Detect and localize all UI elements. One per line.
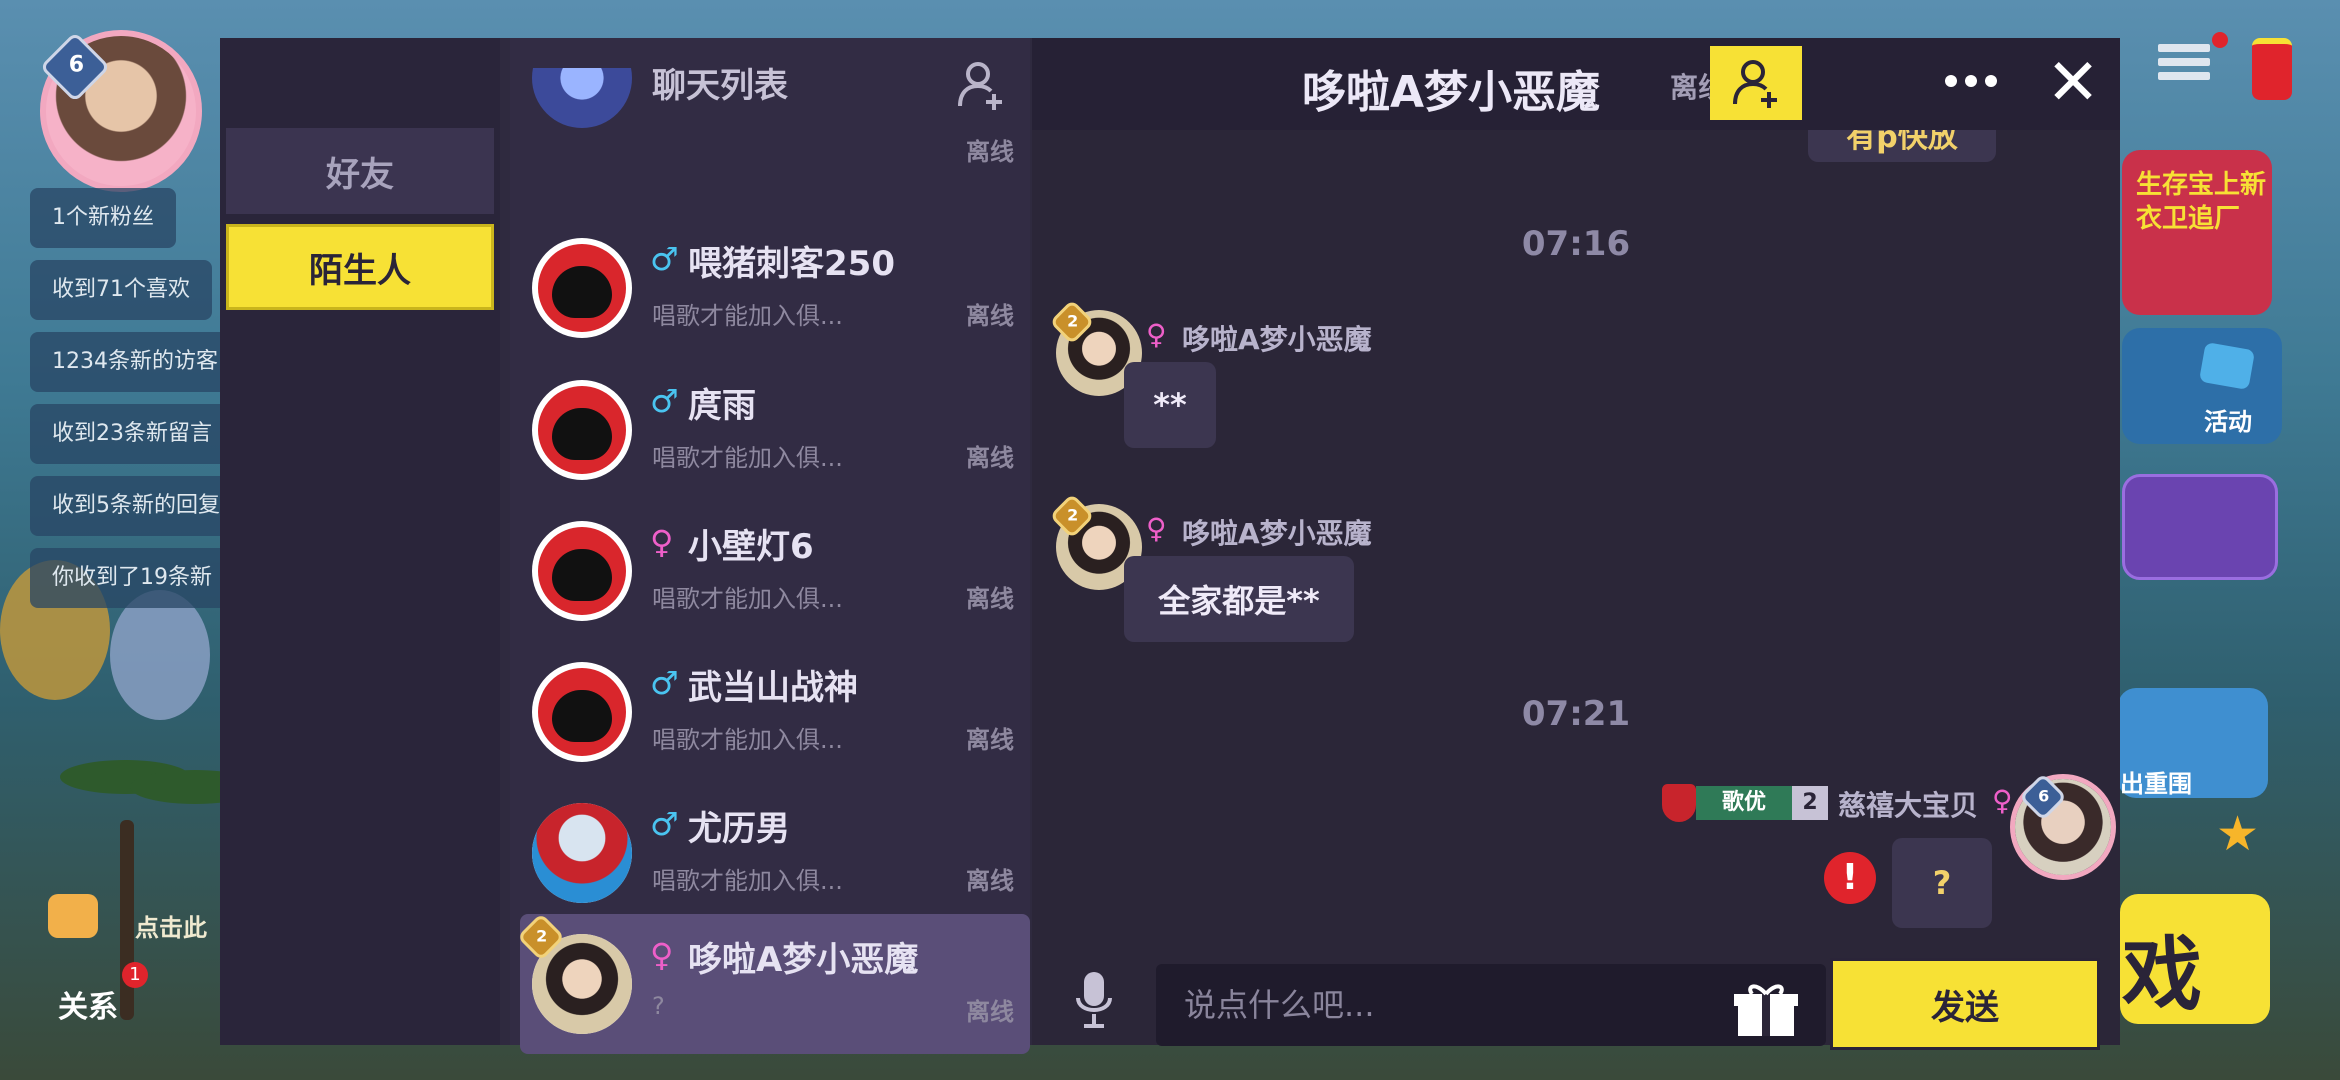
contact-status: 离线 [966, 867, 1014, 895]
close-icon[interactable]: ✕ [2038, 46, 2108, 120]
add-friend-button[interactable] [1710, 46, 1802, 120]
tab-friends[interactable]: 好友 [226, 128, 494, 214]
activity-button[interactable]: 活动 [2122, 328, 2282, 444]
gift-icon[interactable] [1732, 982, 1800, 1038]
message-input[interactable] [1156, 964, 1826, 1046]
contact-status: 离线 [966, 998, 1014, 1026]
title-badge: 歌优 [1696, 786, 1792, 820]
chat-bubble-icon[interactable] [48, 894, 98, 938]
male-icon: ♂ [650, 664, 679, 702]
escape-mode-button[interactable]: 出重围 [2118, 688, 2268, 798]
relations-button[interactable]: 关系 [58, 982, 118, 1026]
contact-preview: 唱歌才能加入俱... [652, 726, 843, 754]
sender-name: 哆啦A梦小恶魔 [1182, 323, 1372, 356]
start-game-button[interactable]: 戏 [2120, 894, 2270, 1024]
menu-list-icon[interactable] [2158, 40, 2210, 86]
contact-status: 离线 [966, 302, 1014, 330]
title-level: 2 [1792, 786, 1828, 820]
contact-preview: 唱歌才能加入俱... [652, 867, 843, 895]
contact-avatar [532, 238, 632, 338]
contact-item[interactable]: ♂ 尤历男 唱歌才能加入俱... 离线 [510, 783, 1030, 923]
contact-avatar [532, 662, 632, 762]
tab-strangers[interactable]: 陌生人 [226, 224, 494, 310]
title-emblem-icon [1662, 784, 1696, 822]
male-icon: ♂ [650, 805, 679, 843]
contact-status: 离线 [966, 138, 1014, 166]
contact-avatar [532, 521, 632, 621]
notification-item[interactable]: 收到23条新留言 [30, 404, 234, 464]
signal-icon [2252, 38, 2292, 100]
contact-name: 武当山战神 [688, 668, 858, 708]
contact-status: 离线 [966, 585, 1014, 613]
conversation-panel: 有p快放 哆啦A梦小恶魔 离线 ✕ 07:16 2 ♀ 哆啦A梦小恶魔 ** 2… [1032, 38, 2120, 1050]
contact-item[interactable]: ♀ 小壁灯6 唱歌才能加入俱... 离线 [510, 501, 1030, 641]
banner-text: 生存宝上新 衣卫追厂 [2136, 170, 2267, 234]
contact-item[interactable]: 离线 [510, 68, 1030, 130]
contact-preview: 唱歌才能加入俱... [652, 585, 843, 613]
contact-item[interactable]: ♂ 庹雨 唱歌才能加入俱... 离线 [510, 360, 1030, 500]
contact-status: 离线 [966, 726, 1014, 754]
category-panel: 好友 陌生人 [220, 38, 500, 1045]
contact-avatar [532, 803, 632, 903]
progress-card[interactable] [2122, 474, 2278, 580]
chat-partner-name: 哆啦A梦小恶魔 [1302, 67, 1601, 118]
chat-dialog: 好友 陌生人 聊天列表 离线 离线 ♂ 喂猪刺客250 [220, 38, 2120, 1054]
male-icon: ♂ [650, 240, 679, 278]
send-failed-icon[interactable]: ! [1824, 852, 1876, 904]
click-hint: 点击此 [135, 914, 207, 942]
contact-avatar [532, 68, 632, 128]
message-input-bar: 发送 [1032, 928, 2120, 1050]
message-timestamp: 07:16 [1521, 224, 1631, 264]
notification-item[interactable]: 收到5条新的回复 [30, 476, 242, 536]
contact-status: 离线 [966, 444, 1014, 472]
notification-item[interactable]: 1个新粉丝 [30, 188, 176, 248]
female-icon: ♀ [1146, 318, 1167, 351]
relations-badge: 1 [122, 962, 148, 988]
message-bubble: ** [1124, 362, 1216, 448]
contact-preview: 唱歌才能加入俱... [652, 302, 843, 330]
microphone-icon[interactable] [1074, 970, 1114, 1030]
female-icon: ♀ [1992, 784, 2013, 817]
notification-item[interactable]: 收到71个喜欢 [30, 260, 212, 320]
send-button[interactable]: 发送 [1830, 958, 2100, 1050]
contact-name: 庹雨 [688, 386, 756, 426]
menu-red-dot [2212, 32, 2228, 48]
contact-item[interactable]: ♂ 武当山战神 唱歌才能加入俱... 离线 [510, 642, 1030, 782]
notification-item[interactable]: 你收到了19条新 [30, 548, 234, 608]
add-friend-icon [1733, 60, 1777, 108]
balloon [110, 590, 210, 720]
message-timestamp: 07:21 [1521, 694, 1631, 734]
chat-header: 哆啦A梦小恶魔 离线 ✕ [1032, 38, 2120, 130]
sender-name: 慈禧大宝贝 [1838, 789, 1979, 822]
message-bubble: 全家都是** [1124, 556, 1354, 642]
sender-name: 哆啦A梦小恶魔 [1182, 517, 1372, 550]
chat-list-panel: 聊天列表 离线 离线 ♂ 喂猪刺客250 唱歌才能加入俱... 离线 [510, 38, 1030, 1054]
message-bubble-self: ? [1892, 838, 1992, 928]
contact-preview: ? [652, 992, 665, 1020]
contact-item[interactable]: ♂ 喂猪刺客250 唱歌才能加入俱... 离线 [510, 218, 1030, 358]
contact-name: 哆啦A梦小恶魔 [688, 940, 919, 980]
contact-name: 小壁灯6 [688, 527, 814, 567]
banner-card[interactable]: 生存宝上新 衣卫追厂 [2122, 150, 2272, 315]
more-options-button[interactable] [1936, 56, 2006, 106]
activity-icon [2198, 341, 2256, 391]
notification-item[interactable]: 1234条新的访客 [30, 332, 240, 392]
female-icon: ♀ [650, 523, 674, 561]
contact-item-active[interactable]: 2 ♀ 哆啦A梦小恶魔 ? 离线 [516, 912, 1030, 1054]
female-icon: ♀ [1146, 512, 1167, 545]
contact-name: 尤历男 [688, 809, 790, 849]
palm-tree [120, 820, 134, 1020]
star-icon: ★ [2216, 806, 2260, 862]
male-icon: ♂ [650, 382, 679, 420]
female-icon: ♀ [650, 936, 674, 974]
contact-name: 喂猪刺客250 [688, 244, 895, 284]
contact-preview: 唱歌才能加入俱... [652, 444, 843, 472]
contact-avatar [532, 380, 632, 480]
